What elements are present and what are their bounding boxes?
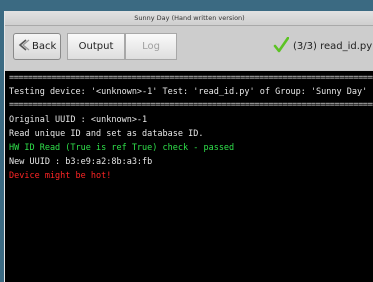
check-icon xyxy=(273,36,293,56)
tab-log[interactable]: Log xyxy=(125,33,177,60)
back-button[interactable]: Back xyxy=(13,33,61,60)
back-label: Back xyxy=(32,41,57,52)
window-title: Sunny Day (Hand written version) xyxy=(5,11,373,26)
output-line: Read unique ID and set as database ID. xyxy=(9,129,204,139)
output-line: Original UUID : <unknown>-1 xyxy=(9,115,148,125)
separator-line: ========================================… xyxy=(9,100,373,110)
toolbar: Back Output Log (3/3) read_id.py xyxy=(5,26,373,70)
output-terminal: ========================================… xyxy=(5,71,373,282)
status-text: (3/3) read_id.py xyxy=(293,41,373,52)
warning-line: Device might be hot! xyxy=(9,171,112,181)
test-status: (3/3) read_id.py xyxy=(273,33,372,60)
separator-line: ========================================… xyxy=(9,73,373,83)
test-header: Testing device: '<unknown>-1' Test: 'rea… xyxy=(9,87,368,97)
back-arrow-icon xyxy=(17,38,32,55)
tab-output[interactable]: Output xyxy=(67,33,125,60)
pass-line: HW ID Read (True is ref True) check - pa… xyxy=(9,143,235,153)
output-line: New UUID : b3:e9:a2:8b:a3:fb xyxy=(9,157,153,167)
app-window: Sunny Day (Hand written version) Back Ou… xyxy=(4,11,373,282)
